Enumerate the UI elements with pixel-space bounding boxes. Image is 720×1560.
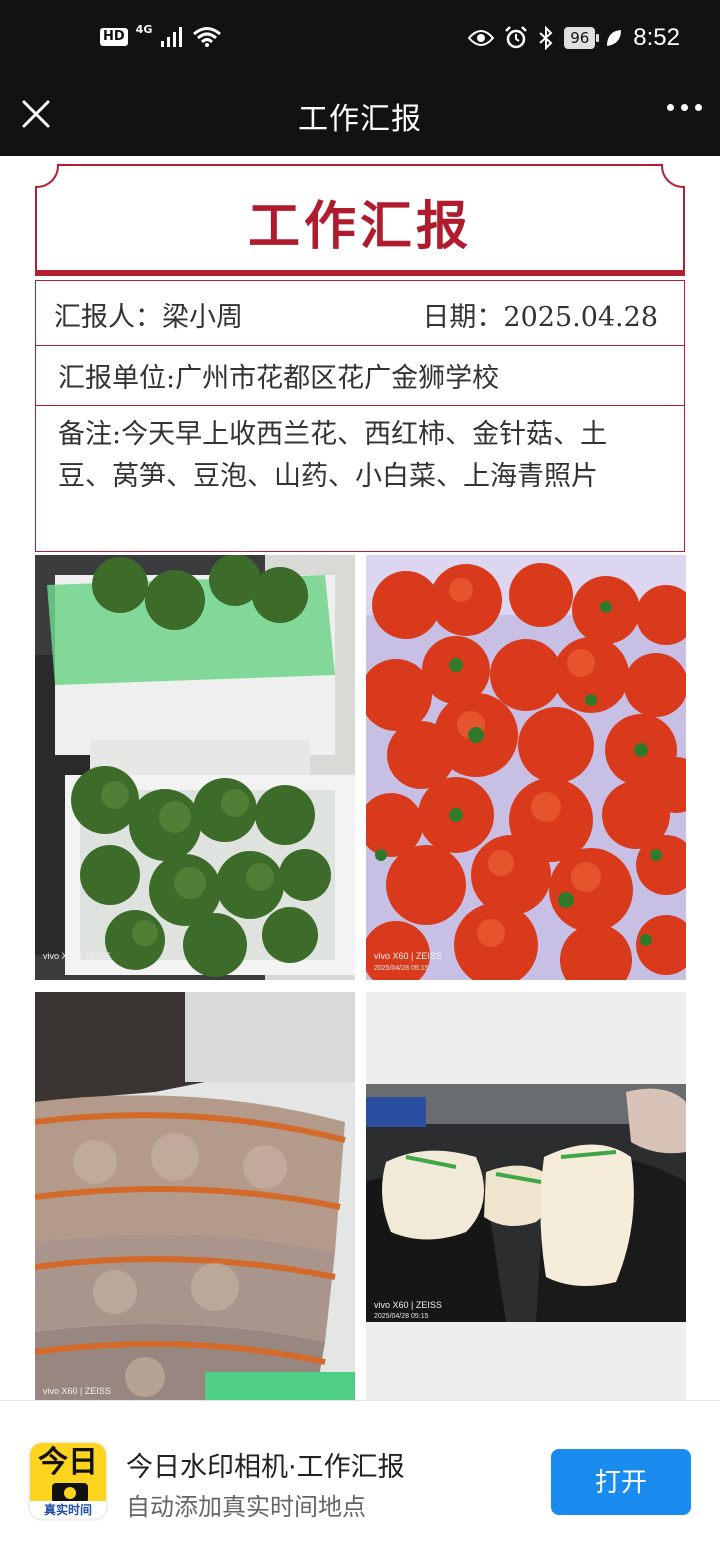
alarm-icon xyxy=(505,26,528,49)
watermark: vivo X60 | ZEISS xyxy=(43,1386,111,1396)
photo-broccoli[interactable]: vivo X60 | ZEISS xyxy=(35,555,355,980)
nav-bar: 工作汇报 xyxy=(0,84,720,156)
date-value: 2025.04.28 xyxy=(503,302,658,333)
status-left: HD 4G xyxy=(100,22,222,48)
remark-value: 今天早上收西兰花、西红柿、金针菇、土豆、莴笋、豆泡、山药、小白菜、上海青照片 xyxy=(58,419,608,492)
title-divider xyxy=(35,270,685,276)
remark-row: 备注:今天早上收西兰花、西红柿、金针菇、土豆、莴笋、豆泡、山药、小白菜、上海青照… xyxy=(35,406,685,552)
battery-indicator: 96 xyxy=(564,27,600,49)
status-bar: HD 4G 96 8:52 xyxy=(0,0,720,84)
app-icon-text: 今日 xyxy=(38,1445,98,1480)
watermark: vivo X60 | ZEISS xyxy=(374,1300,442,1310)
photo-enoki-mushrooms[interactable]: vivo X60 | ZEISS 2025/04/28 05:15 xyxy=(366,992,686,1400)
app-icon[interactable]: 今日 真实时间 xyxy=(28,1441,108,1521)
hd-icon: HD xyxy=(100,28,128,46)
banner-title: 今日水印相机·工作汇报 xyxy=(126,1452,405,1483)
report-card: 工作汇报 汇报人：梁小周 日期：2025.04.28 汇报单位:广州市花都区花广… xyxy=(35,164,685,552)
leaf-icon xyxy=(607,30,622,46)
app-promo-banner[interactable]: 今日 真实时间 今日水印相机·工作汇报 自动添加真实时间地点 打开 xyxy=(0,1400,720,1560)
eye-icon xyxy=(468,30,495,46)
unit-row: 汇报单位:广州市花都区花广金狮学校 xyxy=(35,346,685,406)
signal-icon xyxy=(161,27,183,47)
banner-subtitle: 自动添加真实时间地点 xyxy=(126,1493,366,1521)
bluetooth-icon xyxy=(539,26,553,50)
nav-title: 工作汇报 xyxy=(298,102,422,137)
report-title-box: 工作汇报 xyxy=(35,164,685,270)
photo-tomatoes[interactable]: vivo X60 | ZEISS 2025/04/28 05:15 xyxy=(366,555,686,980)
status-right: 96 8:52 xyxy=(468,24,680,52)
remark-label: 备注: xyxy=(58,419,122,450)
photo-potatoes[interactable]: vivo X60 | ZEISS xyxy=(35,992,355,1400)
report-title: 工作汇报 xyxy=(247,196,472,257)
photo-timestamp: 2025/04/28 05:15 xyxy=(374,1313,429,1320)
unit-label: 汇报单位: xyxy=(58,363,176,394)
network-type: 4G xyxy=(135,22,153,36)
watermark: vivo X60 | ZEISS xyxy=(374,951,442,961)
date-label: 日期： xyxy=(422,302,504,333)
app-icon-strip: 真实时间 xyxy=(30,1501,106,1519)
date-field: 日期：2025.04.28 xyxy=(422,295,658,334)
reporter-value: 梁小周 xyxy=(162,302,243,333)
reporter-field: 汇报人：梁小周 xyxy=(54,295,243,334)
photo-timestamp: 2025/04/28 05:15 xyxy=(374,965,429,972)
unit-value: 广州市花都区花广金狮学校 xyxy=(175,363,500,394)
wifi-icon xyxy=(193,27,222,47)
watermark: vivo X60 | ZEISS xyxy=(43,951,111,961)
reporter-row: 汇报人：梁小周 日期：2025.04.28 xyxy=(35,280,685,346)
more-icon[interactable] xyxy=(667,104,702,111)
clock: 8:52 xyxy=(633,24,680,51)
reporter-label: 汇报人： xyxy=(54,302,162,333)
open-app-button[interactable]: 打开 xyxy=(551,1449,691,1515)
